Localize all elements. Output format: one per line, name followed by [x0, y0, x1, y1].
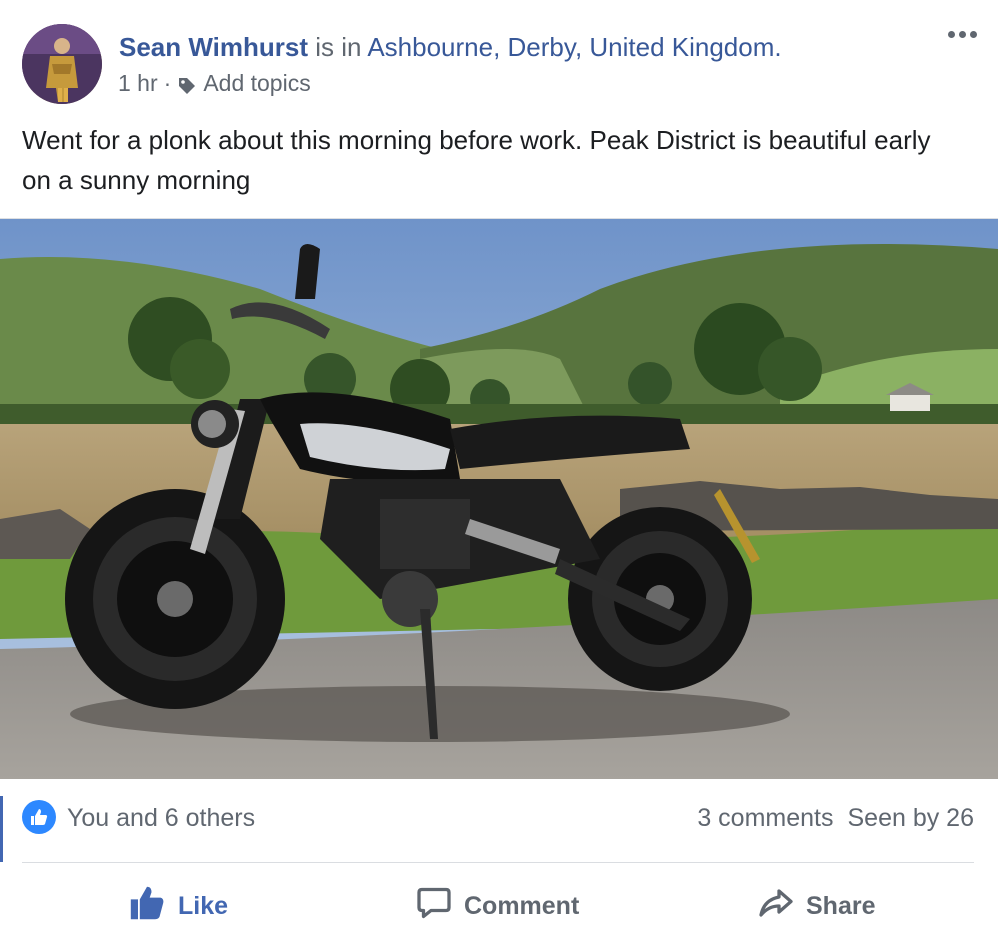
- meta-separator: ·: [163, 70, 172, 96]
- like-badge-icon: [22, 800, 56, 834]
- comment-button[interactable]: Comment: [416, 880, 579, 932]
- author-avatar[interactable]: [22, 24, 102, 104]
- add-topics-link[interactable]: Add topics: [203, 68, 310, 98]
- like-thumb-icon: [128, 885, 166, 928]
- actions-divider: [22, 862, 974, 863]
- like-button[interactable]: Like: [128, 880, 228, 932]
- post-photo[interactable]: [0, 218, 998, 779]
- location-link[interactable]: Ashbourne, Derby, United Kingdom.: [367, 32, 781, 62]
- share-arrow-icon: [758, 885, 794, 928]
- comment-bubble-icon: [416, 885, 452, 928]
- seen-by-count[interactable]: Seen by 26: [848, 804, 975, 833]
- likes-count[interactable]: You and 6 others: [67, 804, 255, 833]
- post-actions: Like Comment Share: [0, 870, 998, 940]
- more-options-icon[interactable]: [944, 22, 980, 46]
- post-header: Sean Wimhurst is in Ashbourne, Derby, Un…: [119, 30, 782, 64]
- share-label: Share: [806, 891, 876, 920]
- comments-count[interactable]: 3 comments: [697, 804, 833, 833]
- comment-label: Comment: [464, 891, 580, 920]
- share-button[interactable]: Share: [758, 880, 875, 932]
- feed-post: Sean Wimhurst is in Ashbourne, Derby, Un…: [0, 0, 998, 940]
- post-meta: 1 hr · Add topics: [118, 68, 311, 98]
- accent-bar: [0, 796, 3, 862]
- author-name[interactable]: Sean Wimhurst: [119, 32, 308, 62]
- post-time[interactable]: 1 hr: [118, 68, 158, 98]
- like-label: Like: [178, 891, 229, 920]
- is-in-text: is in: [315, 32, 362, 62]
- post-stats: You and 6 others 3 comments Seen by 26: [0, 796, 998, 862]
- post-body: Went for a plonk about this morning befo…: [22, 125, 931, 195]
- tag-icon: [177, 73, 197, 94]
